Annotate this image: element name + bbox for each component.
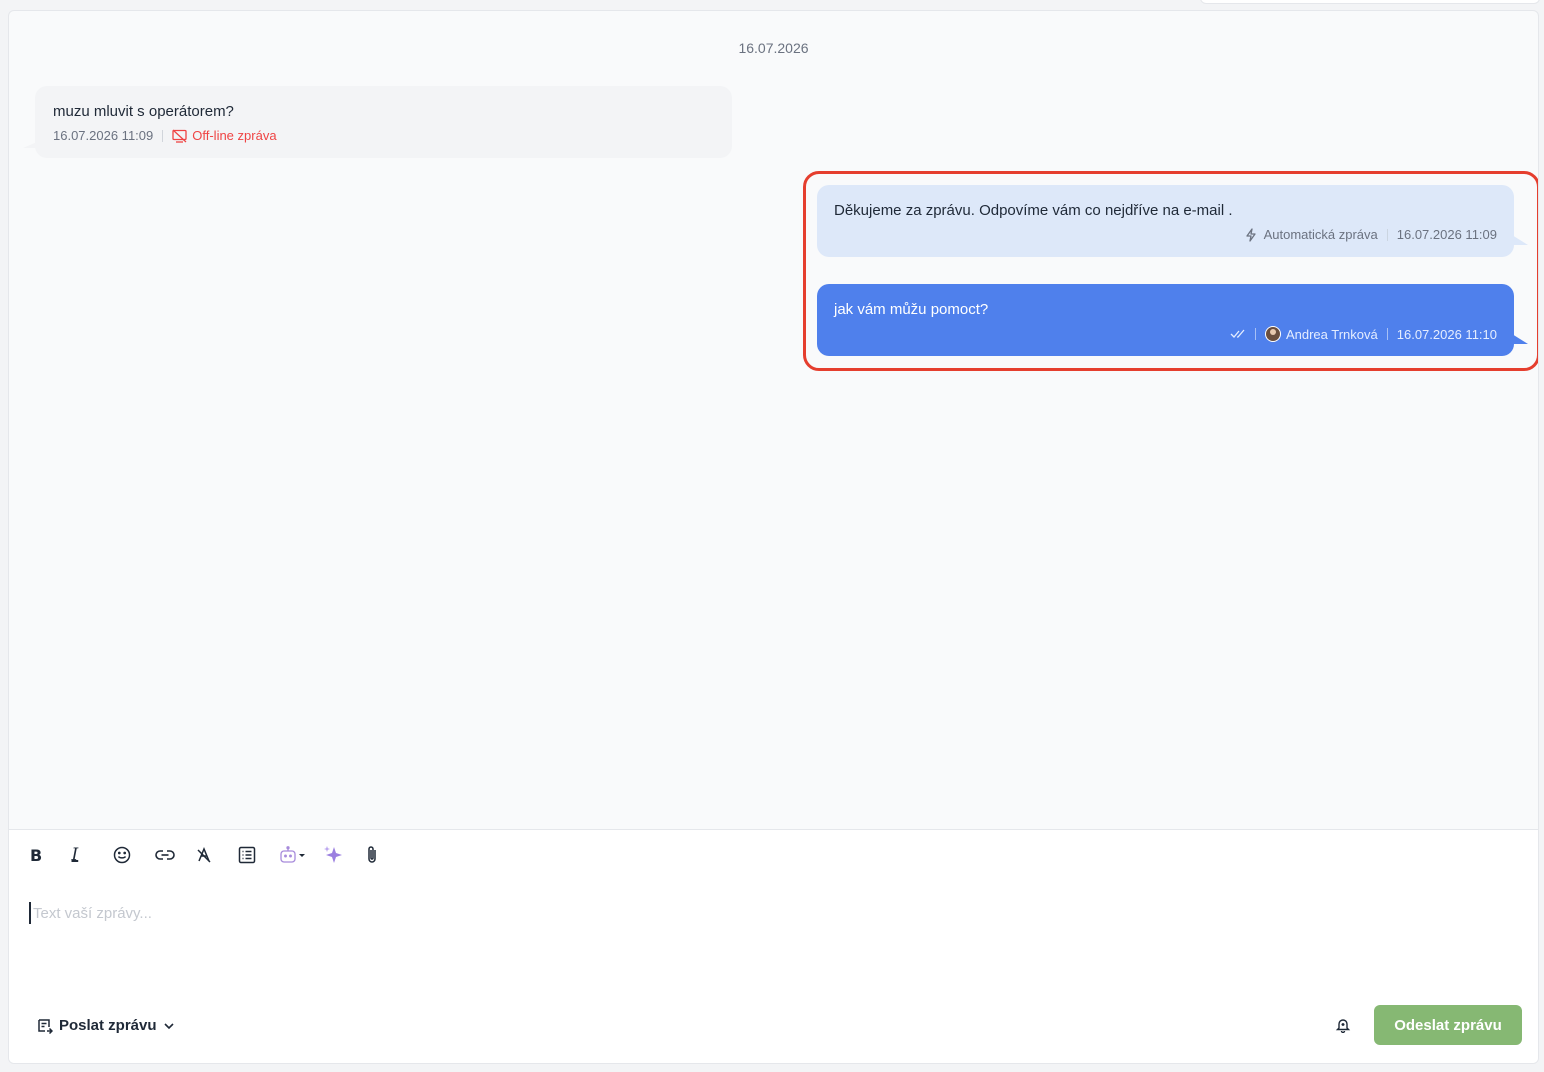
operator-name: Andrea Trnková: [1285, 326, 1378, 342]
date-separator: 16.07.2026: [738, 40, 809, 56]
ai-assistant-button[interactable]: [320, 842, 362, 868]
double-check-icon: [1230, 329, 1245, 338]
chevron-down-icon: [163, 1022, 174, 1029]
ai-sparkle-icon: [324, 846, 342, 863]
link-button[interactable]: [152, 842, 194, 868]
link-icon: [154, 850, 175, 860]
chatbot-icon: [280, 846, 305, 863]
bell-icon: [1335, 1019, 1351, 1034]
lightning-icon: [1245, 227, 1256, 242]
message-text: Děkujeme za zprávu. Odpovíme vám co nejd…: [834, 202, 1233, 219]
clear-format-button[interactable]: [193, 842, 235, 868]
message-time: 16.07.2026 11:09: [1396, 227, 1497, 242]
template-list-icon: [238, 846, 255, 864]
meta-divider: [1386, 228, 1388, 241]
attachment-icon: [367, 846, 376, 863]
offline-badge: Off-line zpráva: [172, 128, 277, 143]
message-composer: B I Text vaší zprávy... Poslat zprávu Od…: [9, 829, 1538, 1063]
message-text: muzu mluvit s operátorem?: [53, 103, 234, 120]
offline-message-icon: [172, 129, 187, 143]
automatic-label: Automatická zpráva: [1263, 227, 1378, 242]
emoji-button[interactable]: [110, 842, 152, 868]
attachment-button[interactable]: [362, 842, 404, 868]
italic-button[interactable]: I: [69, 842, 111, 868]
bubble-tail: [23, 142, 37, 148]
message-text: jak vám můžu pomoct?: [834, 301, 989, 318]
bubble-tail: [1512, 334, 1528, 344]
bold-icon: B: [30, 845, 43, 865]
message-meta: Andrea Trnková 16.07.2026 11:10: [834, 326, 1497, 342]
chat-panel: 16.07.2026 muzu mluvit s operátorem? 16.…: [8, 10, 1539, 1064]
italic-icon: I: [71, 845, 79, 865]
incoming-message: muzu mluvit s operátorem? 16.07.2026 11:…: [23, 86, 732, 158]
meta-divider: [162, 129, 164, 142]
template-list-button[interactable]: [235, 842, 277, 868]
operator-avatar: [1264, 326, 1281, 342]
meta-divider: [1386, 328, 1388, 340]
meta-divider: [1254, 328, 1256, 340]
bold-button[interactable]: B: [27, 842, 69, 868]
message-meta: 16.07.2026 11:09 Off-line zpráva: [53, 128, 714, 143]
bubble-tail: [1512, 235, 1528, 245]
automatic-message: Děkujeme za zprávu. Odpovíme vám co nejd…: [817, 185, 1528, 257]
chatbot-dropdown[interactable]: [276, 842, 320, 868]
formatting-toolbar: B I: [27, 842, 403, 868]
send-mode-label: Poslat zprávu: [59, 1017, 157, 1034]
message-meta: Automatická zpráva 16.07.2026 11:09: [834, 227, 1497, 242]
message-time: 16.07.2026 11:09: [53, 128, 154, 143]
message-time: 16.07.2026 11:10: [1396, 326, 1497, 342]
emoji-icon: [113, 846, 131, 864]
top-tab-edge: [1200, 0, 1540, 4]
send-mode-dropdown[interactable]: Poslat zprávu: [37, 1017, 175, 1034]
send-message-icon: [38, 1018, 53, 1034]
message-input[interactable]: [29, 902, 1519, 924]
operator-message: jak vám můžu pomoct? Andrea Trnková 16.0…: [817, 284, 1528, 356]
offline-badge-label: Off-line zpráva: [192, 128, 277, 143]
notification-button[interactable]: [1335, 1017, 1351, 1038]
send-message-button[interactable]: Odeslat zprávu: [1374, 1005, 1522, 1045]
clear-format-icon: [197, 847, 211, 863]
